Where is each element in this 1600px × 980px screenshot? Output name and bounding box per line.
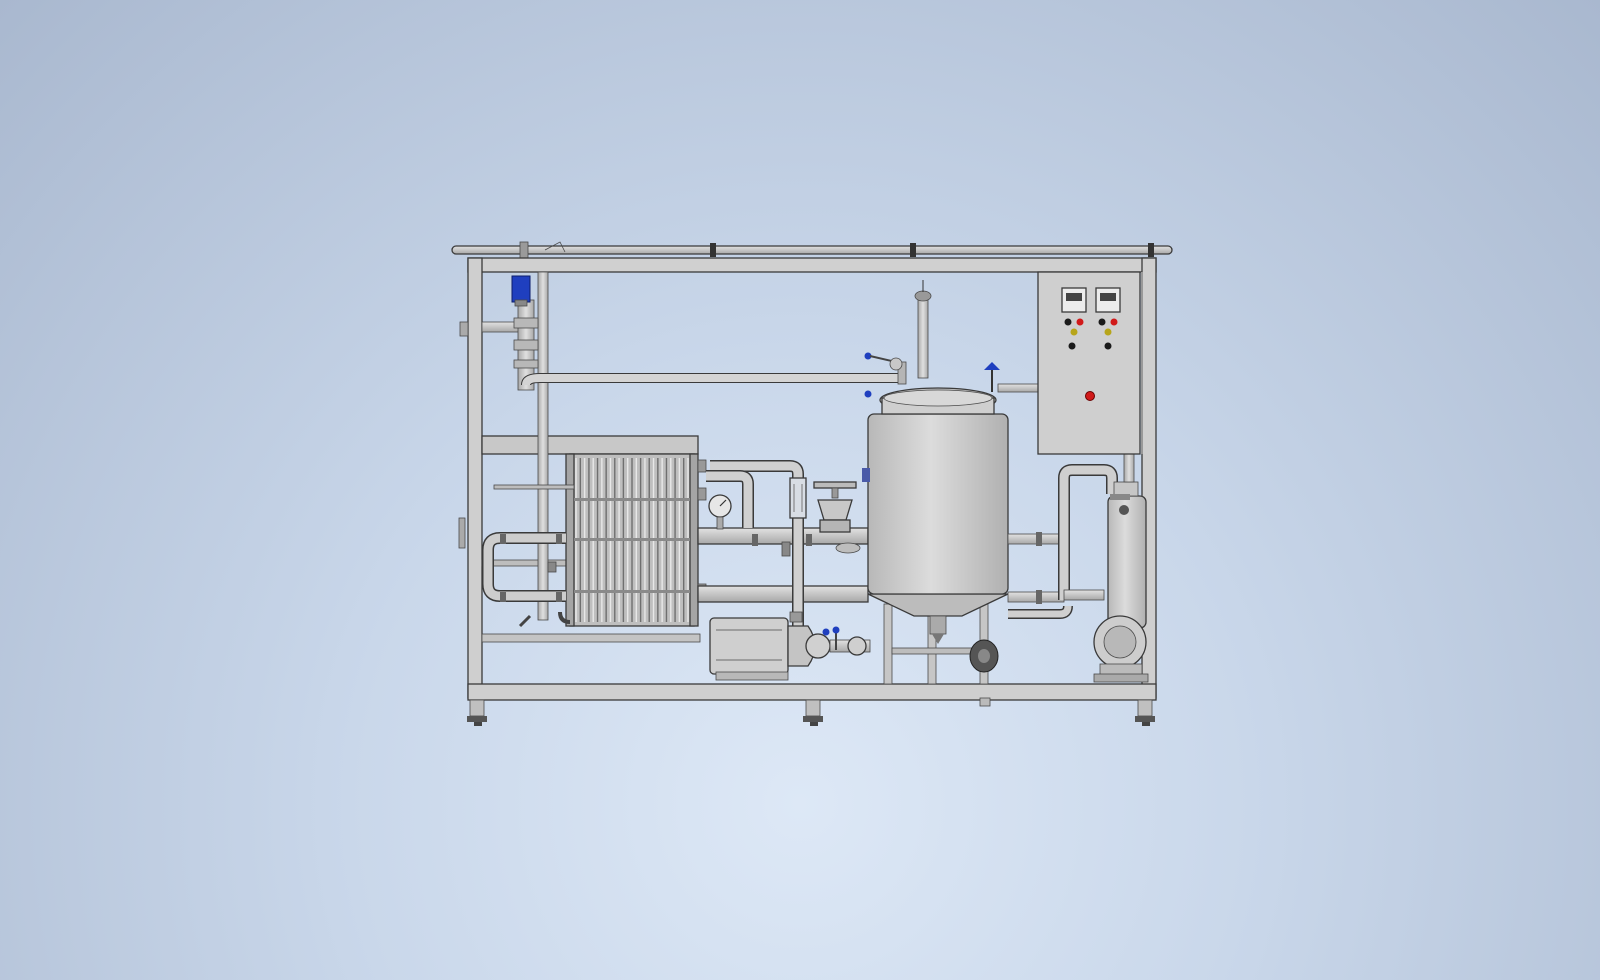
tie-bar: [574, 538, 690, 541]
tank-lid-valve-icon[interactable]: [984, 362, 1039, 393]
support-foot: [803, 699, 823, 726]
blue-valve-actuator-icon[interactable]: [511, 275, 531, 307]
pasteurizer-assembly-drawing: [451, 241, 1173, 726]
sight-glass: [789, 477, 807, 519]
tank-drain-pump: [969, 639, 999, 673]
top-rail-pipe: [451, 241, 1173, 259]
tank-inlet-pipe: [914, 280, 932, 379]
control-cabinet: [1037, 271, 1143, 455]
balance-tank: [862, 387, 1009, 685]
support-feet: [467, 699, 1155, 726]
process-pipes: [697, 460, 869, 640]
centrifugal-pump: [709, 611, 871, 681]
support-foot: [467, 699, 487, 726]
support-foot: [1135, 699, 1155, 726]
temperature-controller[interactable]: [1095, 287, 1121, 313]
circulation-pump: [1093, 615, 1149, 683]
return-pipes: [1007, 464, 1118, 619]
exchanger-loop-pipes: [482, 532, 571, 628]
cad-viewport[interactable]: [0, 0, 1600, 980]
tie-bar: [574, 590, 690, 593]
pressure-gauge-icon: [708, 494, 732, 530]
emergency-stop-button[interactable]: [1085, 391, 1095, 401]
tie-bar: [574, 498, 690, 501]
temperature-controller[interactable]: [1061, 287, 1087, 313]
